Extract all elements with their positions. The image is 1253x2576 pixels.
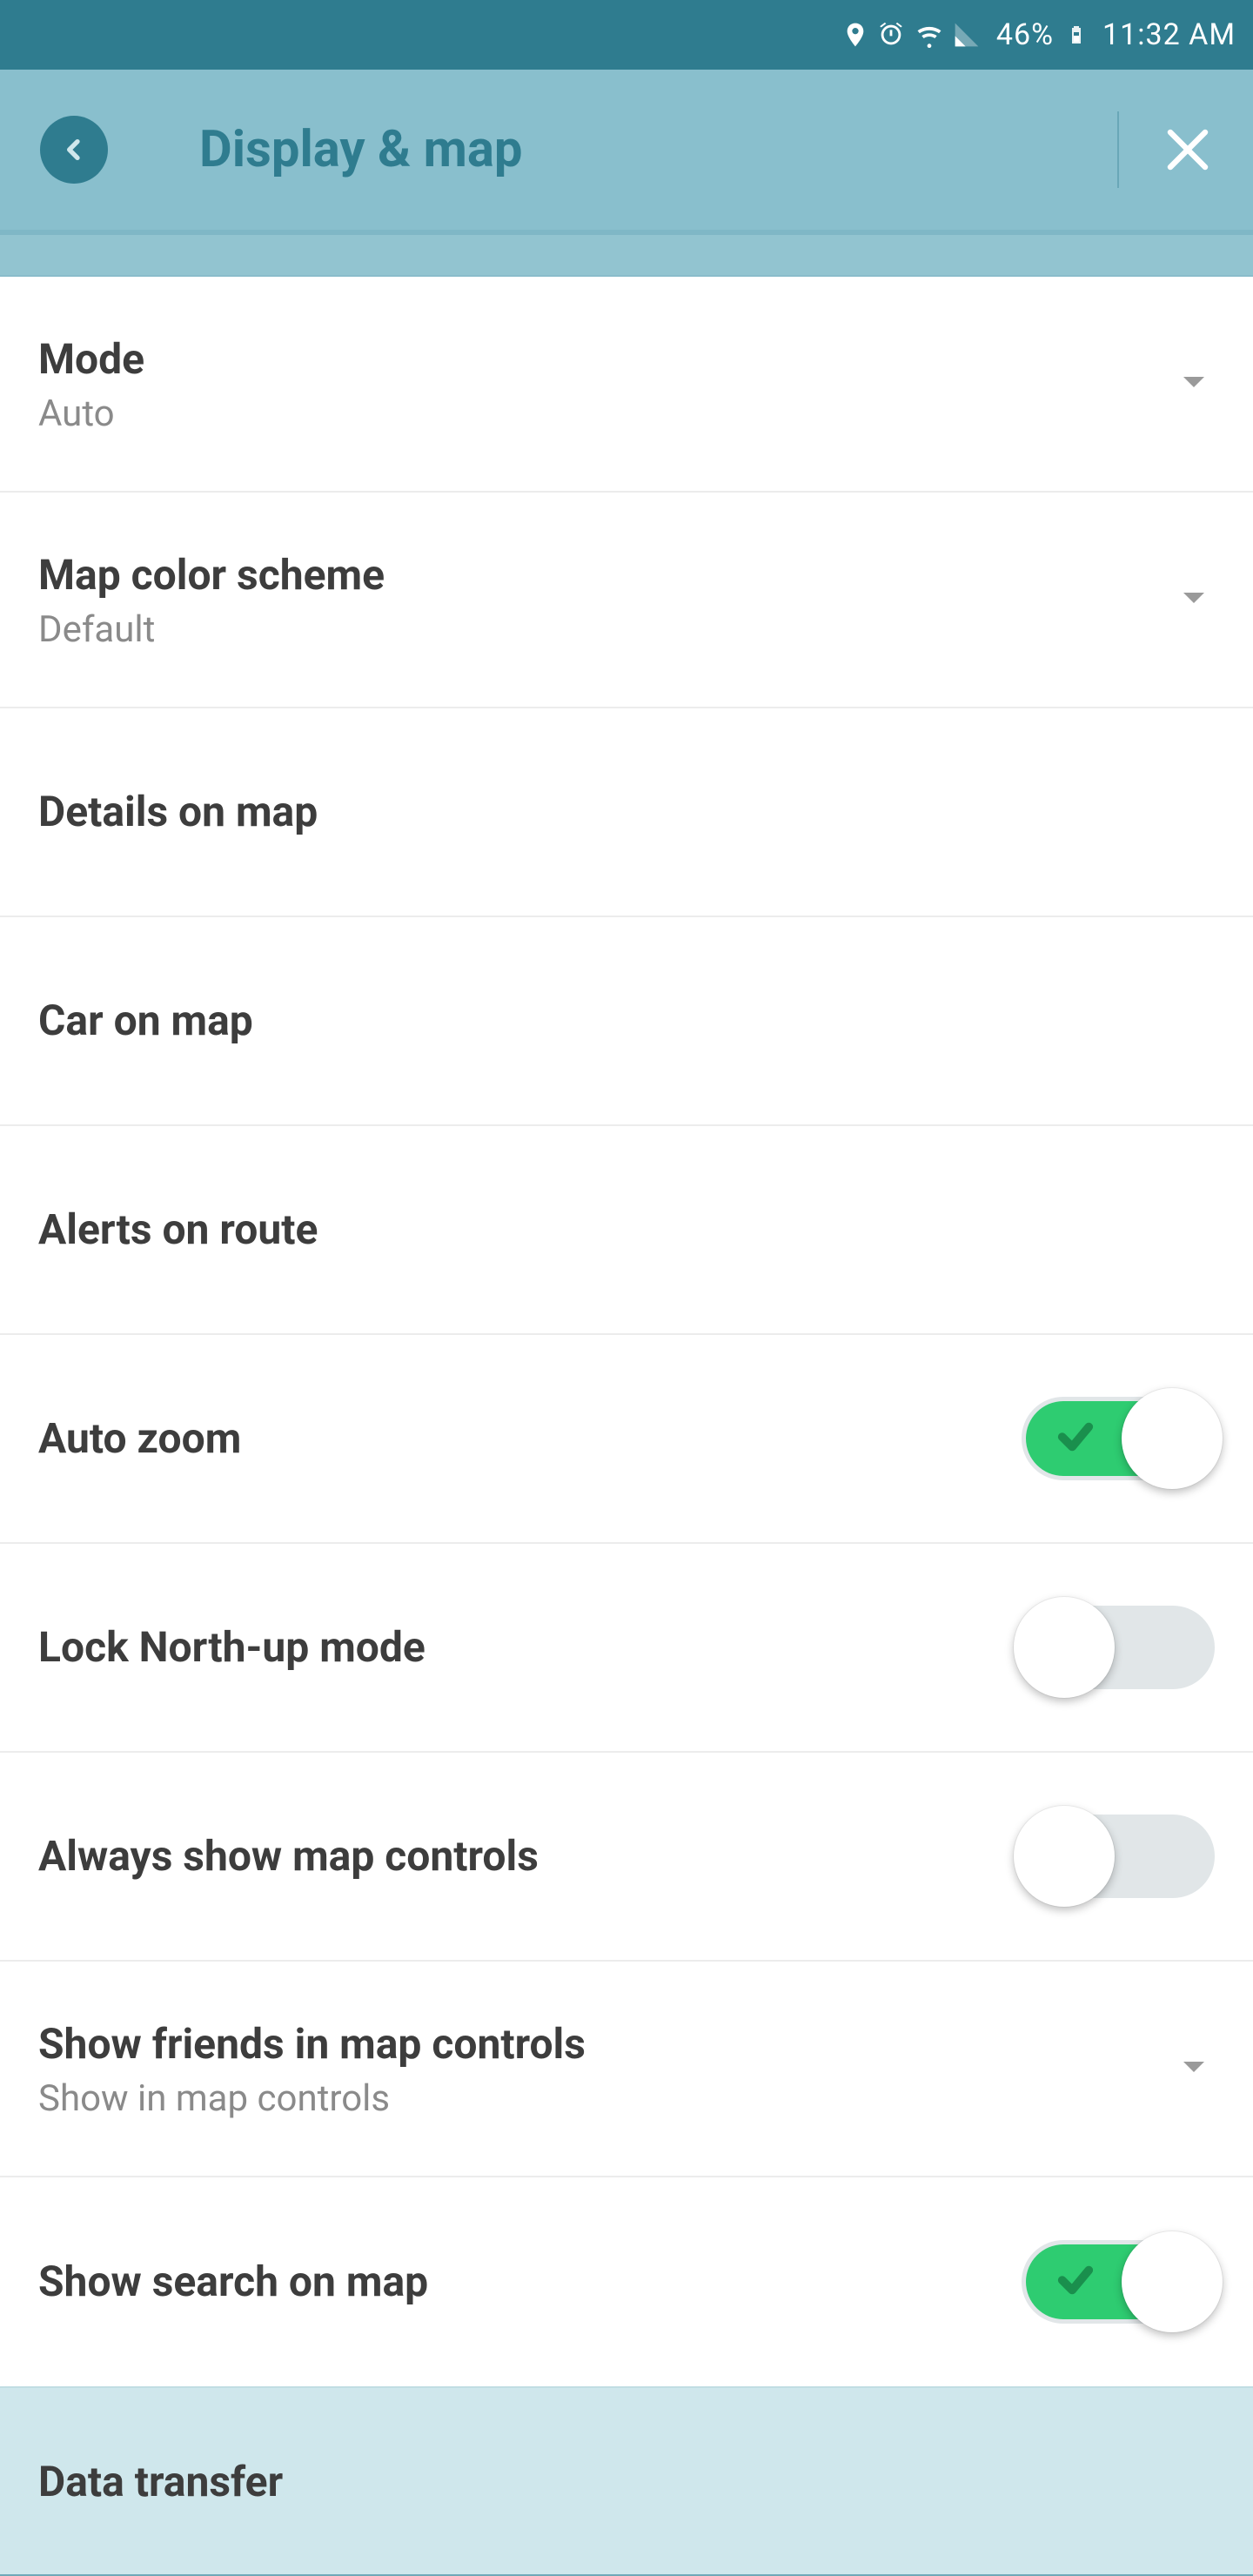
location-icon — [841, 21, 869, 49]
section-data-transfer: Data transfer — [0, 2386, 1253, 2574]
row-title: Show search on map — [38, 2256, 1022, 2308]
row-mode[interactable]: Mode Auto — [0, 277, 1253, 493]
row-title: Alerts on route — [38, 1204, 1215, 1256]
row-map-color-scheme[interactable]: Map color scheme Default — [0, 493, 1253, 708]
row-title: Show friends in map controls — [38, 2018, 1178, 2070]
row-lock-north-up[interactable]: Lock North-up mode — [0, 1544, 1253, 1753]
row-always-show-map-controls[interactable]: Always show map controls — [0, 1753, 1253, 1962]
row-title: Lock North-up mode — [38, 1621, 1022, 1674]
battery-icon — [1066, 19, 1087, 50]
row-title: Map color scheme — [38, 549, 1178, 601]
row-show-friends-in-map-controls[interactable]: Show friends in map controls Show in map… — [0, 1962, 1253, 2177]
row-alerts-on-route[interactable]: Alerts on route — [0, 1126, 1253, 1335]
wifi-icon — [913, 18, 946, 51]
row-details-on-map[interactable]: Details on map — [0, 708, 1253, 917]
close-button[interactable] — [1157, 119, 1218, 180]
row-title: Car on map — [38, 995, 1215, 1047]
back-button[interactable] — [40, 116, 108, 184]
row-title: Mode — [38, 333, 1178, 386]
row-show-search-on-map[interactable]: Show search on map — [0, 2177, 1253, 2386]
row-value: Default — [38, 608, 1178, 651]
page-title: Display & map — [199, 120, 1117, 179]
row-title: Always show map controls — [38, 1830, 1022, 1882]
header-shadow — [0, 235, 1253, 277]
toggle-always-show-map-controls[interactable] — [1022, 1815, 1215, 1898]
clock-label: 11:32 AM — [1102, 17, 1236, 52]
row-value: Show in map controls — [38, 2077, 1178, 2120]
app-header: Display & map — [0, 70, 1253, 235]
status-bar: 46% 11:32 AM — [0, 0, 1253, 70]
row-value: Auto — [38, 392, 1178, 435]
chevron-down-icon — [1178, 366, 1215, 401]
toggle-auto-zoom[interactable] — [1022, 1397, 1215, 1480]
row-auto-zoom[interactable]: Auto zoom — [0, 1335, 1253, 1544]
chevron-down-icon — [1178, 582, 1215, 617]
settings-list: Mode Auto Map color scheme Default Detai… — [0, 277, 1253, 2574]
toggle-lock-north-up[interactable] — [1022, 1606, 1215, 1689]
alarm-icon — [876, 20, 906, 50]
signal-icon — [953, 21, 981, 49]
toggle-show-search-on-map[interactable] — [1022, 2240, 1215, 2324]
chevron-down-icon — [1178, 2051, 1215, 2086]
row-car-on-map[interactable]: Car on map — [0, 917, 1253, 1126]
row-title: Auto zoom — [38, 1412, 1022, 1465]
battery-pct-label: 46% — [996, 17, 1054, 52]
header-divider — [1117, 111, 1119, 188]
status-icons: 46% 11:32 AM — [841, 17, 1236, 52]
section-title: Data transfer — [38, 2457, 283, 2506]
row-title: Details on map — [38, 786, 1215, 838]
